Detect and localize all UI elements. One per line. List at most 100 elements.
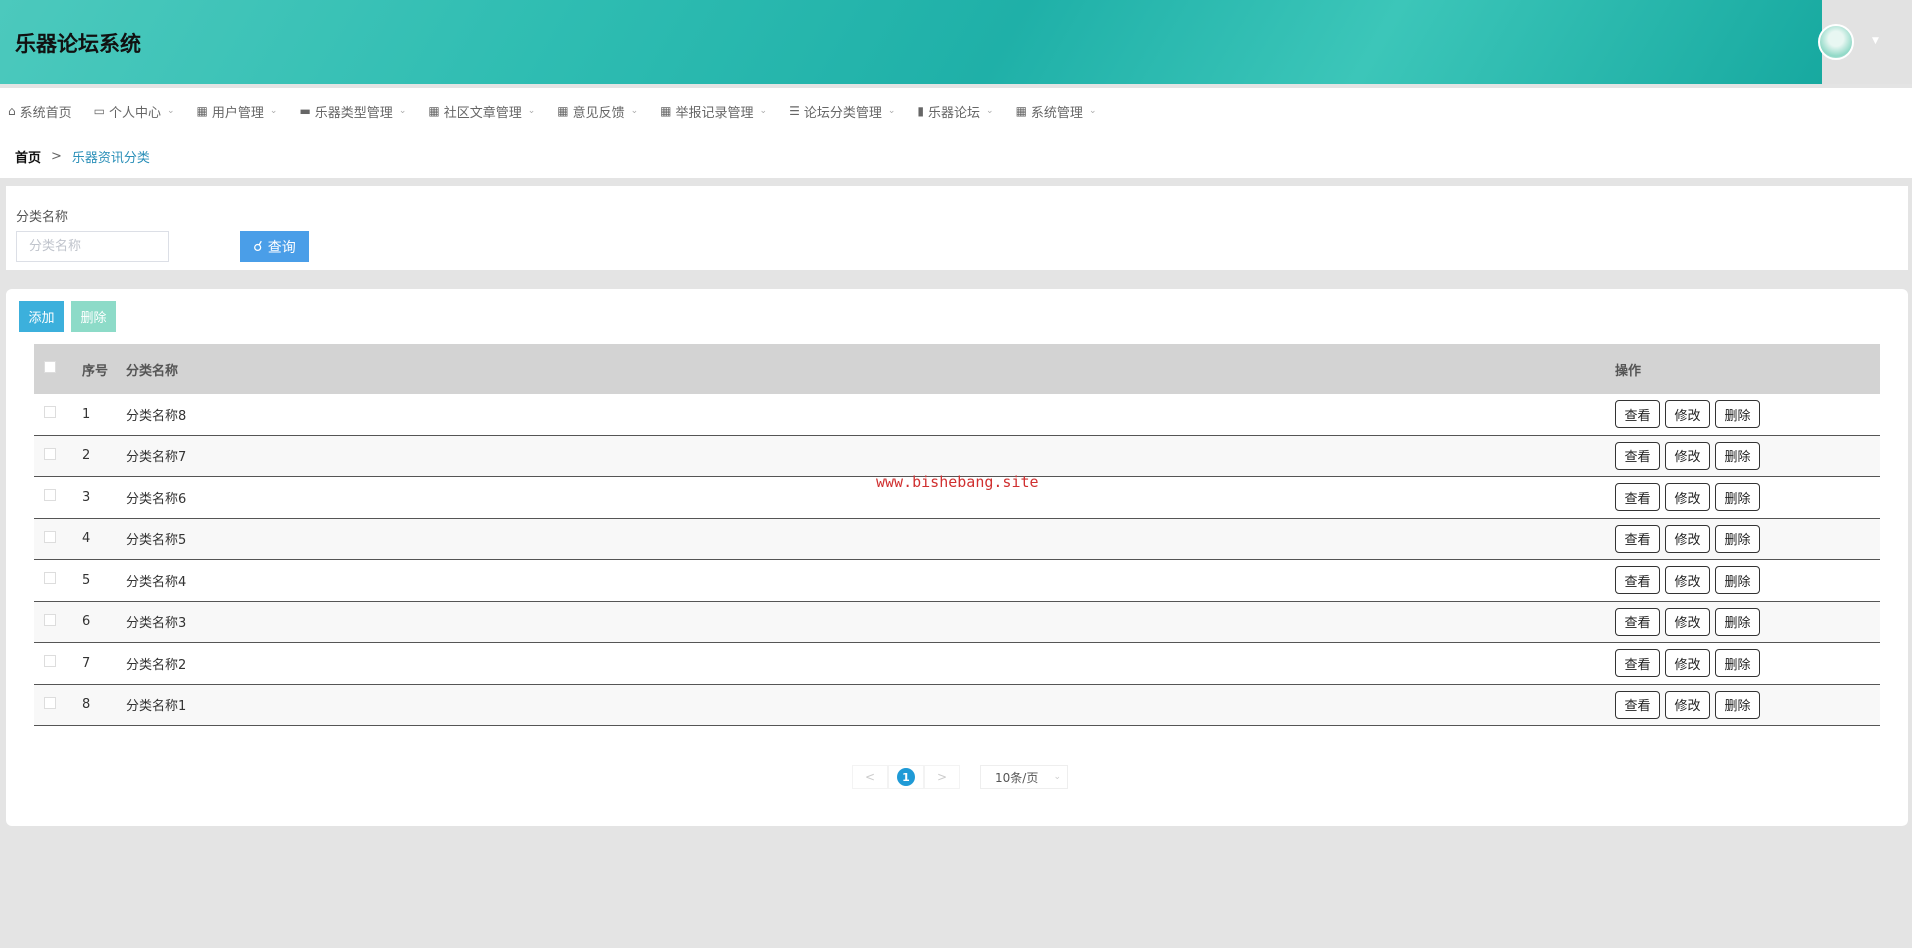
table-row: 5 分类名称4 查看 修改 删除 bbox=[34, 560, 1880, 602]
row-checkbox[interactable] bbox=[44, 489, 56, 502]
delete-button[interactable]: 删除 bbox=[1715, 607, 1760, 636]
search-label: 分类名称 bbox=[16, 210, 69, 225]
nav-item-0[interactable]: ⌂ 系统首页 bbox=[8, 102, 72, 121]
search-button[interactable]: ☌ 查询 bbox=[240, 231, 309, 262]
watermark: www.bishebang.site bbox=[876, 473, 1039, 491]
page-1[interactable]: 1 bbox=[888, 765, 924, 789]
nav-item-label: 举报记录管理 bbox=[675, 105, 754, 121]
edit-button[interactable]: 修改 bbox=[1665, 690, 1710, 719]
next-page-button[interactable]: > bbox=[924, 765, 960, 789]
row-index: 6 bbox=[82, 614, 91, 630]
pagination: < 1 > 10条/页 ⌄ bbox=[852, 765, 1068, 789]
breadcrumb-separator: > bbox=[51, 148, 62, 164]
view-button[interactable]: 查看 bbox=[1615, 649, 1660, 678]
delete-button[interactable]: 删除 bbox=[1715, 524, 1760, 553]
grid-icon: ▦ bbox=[660, 104, 672, 118]
grid-icon: ▦ bbox=[196, 104, 208, 118]
nav-item-1[interactable]: ▭ 个人中心 ⌄ bbox=[94, 102, 175, 121]
row-index: 2 bbox=[82, 448, 91, 464]
row-index: 4 bbox=[82, 531, 91, 547]
delete-button[interactable]: 删除 bbox=[1715, 441, 1760, 470]
row-checkbox[interactable] bbox=[44, 613, 56, 626]
grid-icon: ▦ bbox=[557, 104, 569, 118]
row-index: 3 bbox=[82, 489, 91, 505]
edit-button[interactable]: 修改 bbox=[1665, 441, 1710, 470]
chevron-down-icon: ⌄ bbox=[398, 106, 407, 116]
nav-item-2[interactable]: ▦ 用户管理 ⌄ bbox=[197, 102, 278, 121]
row-checkbox[interactable] bbox=[44, 530, 56, 543]
nav-item-label: 系统首页 bbox=[19, 105, 72, 121]
row-name: 分类名称6 bbox=[126, 491, 187, 507]
view-button[interactable]: 查看 bbox=[1615, 441, 1660, 470]
chevron-down-icon: ⌄ bbox=[1053, 772, 1061, 782]
chevron-down-icon[interactable]: ▼ bbox=[1872, 36, 1879, 46]
nav-item-3[interactable]: ▬ 乐器类型管理 ⌄ bbox=[299, 102, 406, 121]
add-button[interactable]: 添加 bbox=[19, 301, 64, 332]
edit-button[interactable]: 修改 bbox=[1665, 524, 1710, 553]
view-button[interactable]: 查看 bbox=[1615, 400, 1660, 429]
row-checkbox[interactable] bbox=[44, 572, 56, 585]
view-button[interactable]: 查看 bbox=[1615, 607, 1660, 636]
nav-item-9[interactable]: ▦ 系统管理 ⌄ bbox=[1016, 102, 1097, 121]
nav-item-4[interactable]: ▦ 社区文章管理 ⌄ bbox=[428, 102, 535, 121]
edit-button[interactable]: 修改 bbox=[1665, 483, 1710, 512]
nav-item-label: 论坛分类管理 bbox=[803, 105, 882, 121]
view-button[interactable]: 查看 bbox=[1615, 524, 1660, 553]
nav-item-label: 用户管理 bbox=[211, 105, 264, 121]
table-row: 6 分类名称3 查看 修改 删除 bbox=[34, 601, 1880, 643]
chevron-down-icon: ⌄ bbox=[269, 106, 278, 116]
nav-item-label: 乐器类型管理 bbox=[314, 105, 393, 121]
row-name: 分类名称8 bbox=[126, 408, 187, 424]
nav-item-8[interactable]: ▮ 乐器论坛 ⌄ bbox=[917, 102, 993, 121]
row-name: 分类名称2 bbox=[126, 657, 187, 673]
delete-button[interactable]: 删除 bbox=[1715, 400, 1760, 429]
breadcrumb-current: 乐器资讯分类 bbox=[71, 150, 150, 166]
batch-delete-button[interactable]: 删除 bbox=[71, 301, 116, 332]
breadcrumb-home[interactable]: 首页 bbox=[15, 147, 41, 166]
select-all-checkbox[interactable] bbox=[44, 361, 56, 373]
row-checkbox[interactable] bbox=[44, 406, 56, 419]
header-banner bbox=[0, 0, 1822, 84]
page-size-select[interactable]: 10条/页 ⌄ bbox=[980, 765, 1068, 789]
clipboard-icon: ▮ bbox=[917, 104, 925, 118]
user-avatar[interactable] bbox=[1818, 24, 1854, 60]
edit-button[interactable]: 修改 bbox=[1665, 400, 1710, 429]
table-row: 2 分类名称7 查看 修改 删除 bbox=[34, 435, 1880, 477]
header-name[interactable]: 分类名称 bbox=[126, 360, 1615, 379]
row-checkbox[interactable] bbox=[44, 655, 56, 668]
header: 乐器论坛系统 ▼ bbox=[0, 0, 1912, 84]
table-header: 序号 分类名称 操作 bbox=[34, 344, 1880, 394]
edit-button[interactable]: 修改 bbox=[1665, 649, 1710, 678]
row-checkbox[interactable] bbox=[44, 696, 56, 709]
nav-item-label: 乐器论坛 bbox=[928, 105, 981, 121]
page-number: 1 bbox=[897, 768, 915, 786]
nav-item-7[interactable]: ☰ 论坛分类管理 ⌄ bbox=[789, 102, 895, 121]
delete-button[interactable]: 删除 bbox=[1715, 483, 1760, 512]
edit-button[interactable]: 修改 bbox=[1665, 566, 1710, 595]
page-size-value: 10条/页 bbox=[995, 770, 1039, 785]
home-icon: ⌂ bbox=[8, 104, 16, 118]
nav-item-6[interactable]: ▦ 举报记录管理 ⌄ bbox=[660, 102, 767, 121]
view-button[interactable]: 查看 bbox=[1615, 483, 1660, 512]
delete-button[interactable]: 删除 bbox=[1715, 690, 1760, 719]
category-table: 序号 分类名称 操作 1 分类名称8 查看 修改 删除 2 分类名称7 查看 修改 删除… bbox=[34, 344, 1880, 726]
delete-button[interactable]: 删除 bbox=[1715, 566, 1760, 595]
search-panel: 分类名称 ☌查询 bbox=[6, 186, 1908, 270]
row-index: 5 bbox=[82, 572, 91, 588]
nav-item-label: 个人中心 bbox=[108, 105, 161, 121]
chevron-down-icon: ⌄ bbox=[986, 106, 994, 116]
prev-page-button[interactable]: < bbox=[852, 765, 888, 789]
list-icon: ☰ bbox=[789, 104, 800, 118]
row-index: 1 bbox=[82, 406, 91, 422]
chevron-down-icon: ⌄ bbox=[167, 106, 175, 116]
delete-button[interactable]: 删除 bbox=[1715, 649, 1760, 678]
view-button[interactable]: 查看 bbox=[1615, 690, 1660, 719]
view-button[interactable]: 查看 bbox=[1615, 566, 1660, 595]
edit-button[interactable]: 修改 bbox=[1665, 607, 1710, 636]
nav-item-5[interactable]: ▦ 意见反馈 ⌄ bbox=[557, 102, 638, 121]
row-checkbox[interactable] bbox=[44, 447, 56, 460]
grid-icon: ▦ bbox=[428, 104, 440, 118]
table-row: 1 分类名称8 查看 修改 删除 bbox=[34, 394, 1880, 436]
comment-icon: ▬ bbox=[299, 104, 311, 118]
category-name-input[interactable] bbox=[16, 231, 169, 262]
